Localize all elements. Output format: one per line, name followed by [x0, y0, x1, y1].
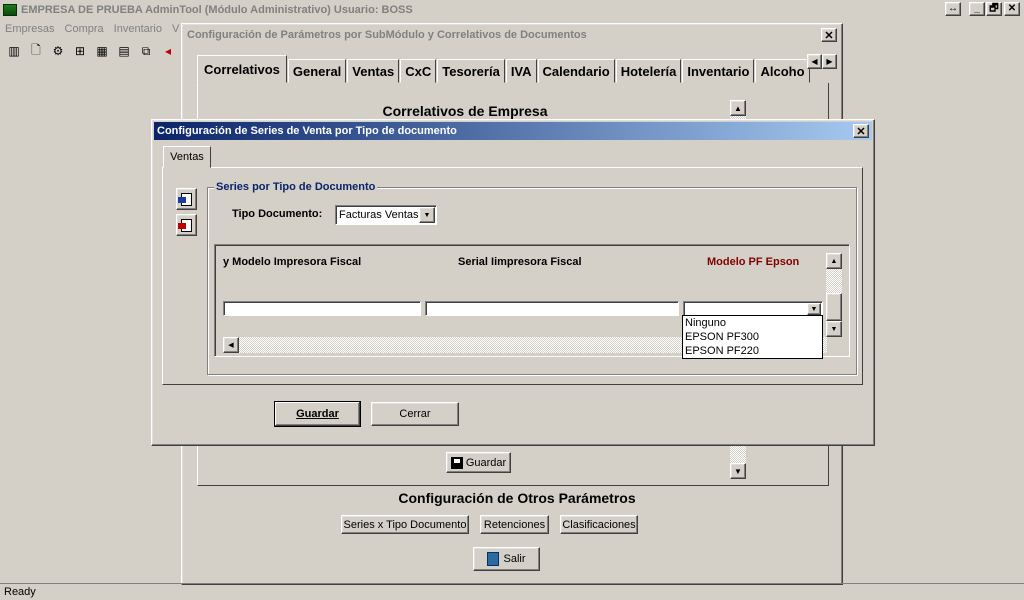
col-serial-impresora: Serial Iimpresora Fiscal [458, 256, 582, 268]
config-guardar-button[interactable]: Guardar [446, 452, 511, 473]
scroll-up-icon[interactable]: ▲ [826, 253, 842, 269]
epson-dropdown-list: Ninguno EPSON PF300 EPSON PF220 [682, 315, 823, 359]
modelo-impresora-input[interactable] [223, 301, 421, 316]
modelo-epson-select[interactable]: ▼ [683, 301, 823, 316]
epson-option-pf300[interactable]: EPSON PF300 [683, 330, 822, 344]
tab-alcohol[interactable]: Alcoho [755, 59, 810, 83]
scroll-up-icon[interactable]: ▲ [730, 100, 746, 116]
chevron-down-icon[interactable]: ▼ [807, 303, 821, 315]
tab-iva[interactable]: IVA [505, 59, 537, 83]
series-group-label: Series por Tipo de Documento [214, 181, 378, 193]
settings-tree-icon[interactable]: ⚙ [50, 43, 66, 59]
tab-hoteleria[interactable]: Hotelería [615, 59, 682, 83]
tab-scroll-left-icon[interactable]: ◀ [807, 54, 822, 69]
menu-compra[interactable]: Compra [60, 23, 109, 35]
tab-cxc[interactable]: CxC [400, 59, 437, 83]
config-window-title: Configuración de Parámetros por SubMódul… [187, 29, 587, 41]
epson-option-pf220[interactable]: EPSON PF220 [683, 344, 822, 358]
maximize-button[interactable]: 🗗 [986, 2, 1002, 16]
close-button[interactable]: ✕ [1004, 2, 1020, 16]
clasificaciones-button[interactable]: Clasificaciones [560, 515, 638, 534]
tipo-documento-label: Tipo Documento: [232, 208, 323, 220]
floppy-disk-icon [450, 456, 463, 469]
correlativos-title: Correlativos de Empresa [382, 103, 548, 119]
delete-document-icon [178, 218, 192, 232]
grid-vertical-scrollbar[interactable]: ▲ ▼ [826, 253, 842, 337]
scroll-thumb[interactable] [826, 293, 842, 321]
guardar-button[interactable]: Guardar [274, 401, 361, 427]
serial-impresora-input[interactable] [425, 301, 679, 316]
epson-option-ninguno[interactable]: Ninguno [683, 316, 822, 330]
app-title: EMPRESA DE PRUEBA AdminTool (Módulo Admi… [21, 3, 413, 16]
config-guardar-label: Guardar [465, 456, 507, 469]
retenciones-button[interactable]: Retenciones [480, 515, 549, 534]
tab-scroll: ◀ ▶ [807, 54, 837, 69]
series-tipo-documento-button[interactable]: Series x Tipo Documento [341, 515, 469, 534]
col-modelo-impresora: y Modelo Impresora Fiscal [223, 256, 362, 268]
delete-record-button[interactable] [176, 214, 197, 236]
toolbar: ▥ 🗋 ⚙ ⊞ ▦ ▤ ⧉ ◂ [0, 39, 190, 63]
series-dialog-title: Configuración de Series de Venta por Tip… [157, 125, 457, 137]
tab-tesoreria[interactable]: Tesorería [437, 59, 505, 83]
config-tabstrip: Correlativos General Ventas CxC Tesorerí… [197, 55, 829, 83]
tab-inventario[interactable]: Inventario [682, 59, 755, 83]
tipo-documento-select[interactable]: Facturas Ventas ▼ [335, 205, 437, 225]
copy-icon[interactable]: ⧉ [138, 43, 154, 59]
status-text: Ready [4, 586, 36, 598]
config-close-button[interactable]: ✕ [821, 28, 837, 42]
tab-general[interactable]: General [287, 59, 347, 83]
statusbar: Ready [0, 583, 1024, 600]
scroll-left-icon[interactable]: ◀ [223, 337, 239, 353]
menubar: Empresas Compra Inventario V [0, 19, 190, 38]
tipo-documento-value: Facturas Ventas [339, 209, 419, 221]
minimize-button[interactable]: _ [969, 2, 985, 16]
guardar-label: Guardar [296, 408, 339, 420]
tab-ventas[interactable]: Ventas [347, 59, 400, 83]
hierarchy-icon[interactable]: ⊞ [72, 43, 88, 59]
tab-correlativos[interactable]: Correlativos [197, 55, 287, 83]
new-doc-icon[interactable]: 🗋 [28, 43, 44, 59]
exit-door-icon [487, 552, 500, 566]
arrow-icon[interactable]: ◂ [160, 43, 176, 59]
series-dialog-titlebar: Configuración de Series de Venta por Tip… [154, 122, 872, 140]
menu-empresas[interactable]: Empresas [0, 23, 60, 35]
series-close-button[interactable]: ✕ [853, 124, 869, 138]
main-titlebar: EMPRESA DE PRUEBA AdminTool (Módulo Admi… [0, 0, 1024, 19]
config-window-titlebar: Configuración de Parámetros por SubMódul… [184, 26, 840, 44]
chevron-down-icon[interactable]: ▼ [419, 207, 435, 223]
tab-scroll-right-icon[interactable]: ▶ [822, 54, 837, 69]
columns-icon[interactable]: ▥ [6, 43, 22, 59]
cerrar-button[interactable]: Cerrar [371, 402, 459, 426]
tab-ventas-series[interactable]: Ventas [163, 146, 211, 168]
add-document-icon [178, 192, 192, 206]
scroll-down-icon[interactable]: ▼ [826, 321, 842, 337]
salir-button[interactable]: Salir [473, 547, 540, 571]
report-icon[interactable]: ▤ [116, 43, 132, 59]
col-modelo-pf-epson: Modelo PF Epson [707, 256, 800, 268]
calendar-grid-icon[interactable]: ▦ [94, 43, 110, 59]
tab-calendario[interactable]: Calendario [537, 59, 615, 83]
salir-label: Salir [503, 553, 526, 565]
restore-size-button[interactable]: ↔ [945, 2, 961, 16]
otros-parametros-title: Configuración de Otros Parámetros [398, 490, 636, 506]
scroll-down-icon[interactable]: ▼ [730, 463, 746, 479]
menu-inventario[interactable]: Inventario [109, 23, 167, 35]
app-icon [3, 3, 17, 16]
add-record-button[interactable] [176, 188, 197, 210]
